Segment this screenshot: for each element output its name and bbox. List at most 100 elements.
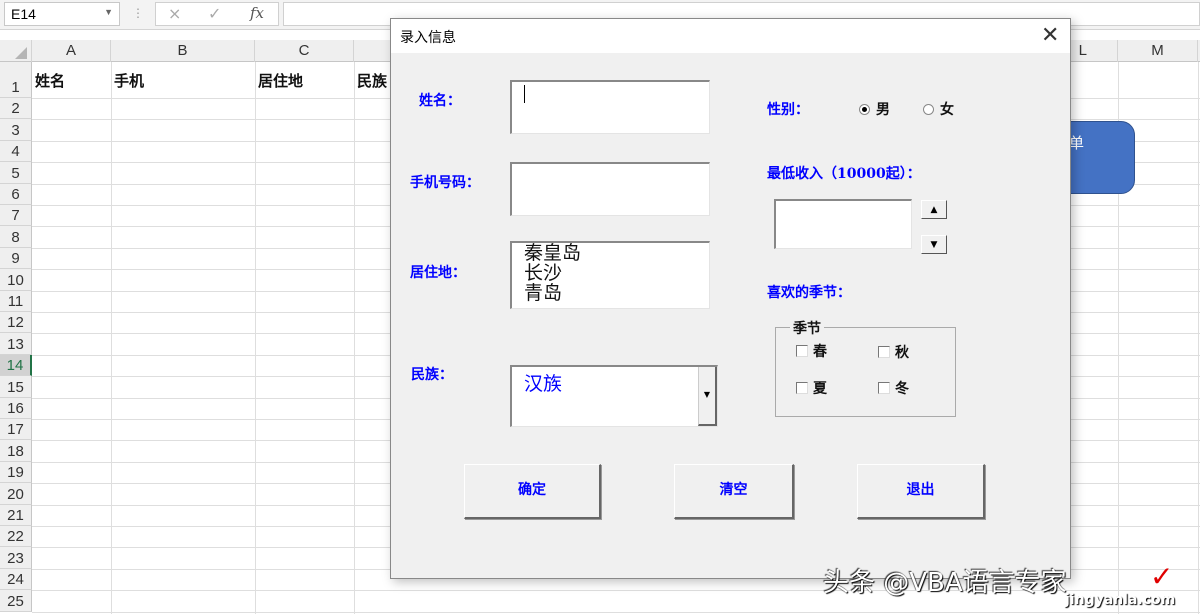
select-all-corner[interactable] <box>0 40 32 62</box>
formula-buttons: × ✓ fx <box>155 2 279 26</box>
checkbox-autumn[interactable]: 秋 <box>878 342 909 362</box>
row-number: 24 <box>7 571 24 589</box>
insert-function-icon[interactable]: fx <box>250 4 264 22</box>
row-number: 22 <box>7 528 24 546</box>
column-gridline <box>354 62 355 614</box>
ok-button[interactable]: 确定 <box>464 464 601 519</box>
chevron-down-icon[interactable]: ▼ <box>104 7 113 17</box>
clear-button[interactable]: 清空 <box>674 464 794 519</box>
ethnicity-value: 汉族 <box>524 373 563 395</box>
row-number: 11 <box>7 292 24 310</box>
cancel-icon[interactable]: × <box>168 4 181 23</box>
checkbox-spring[interactable]: 春 <box>796 341 827 361</box>
radio-selected-icon <box>859 103 870 115</box>
row-number: 9 <box>11 250 20 268</box>
row-number: 25 <box>7 592 24 610</box>
phone-input[interactable] <box>510 162 710 216</box>
row-number: 13 <box>7 335 24 353</box>
row-number: 6 <box>11 185 20 203</box>
row-header-5[interactable]: 5 <box>0 162 32 184</box>
row-gridline <box>32 611 1200 613</box>
column-gridline <box>1198 62 1199 614</box>
row-header-6[interactable]: 6 <box>0 183 32 205</box>
row-header-17[interactable]: 17 <box>0 419 32 441</box>
checkbox-label: 冬 <box>895 381 909 397</box>
row-header-22[interactable]: 22 <box>0 526 32 548</box>
season-label: 喜欢的季节： <box>767 285 851 301</box>
row-number: 10 <box>7 271 24 289</box>
row-number: 21 <box>7 506 24 524</box>
cell-b1[interactable]: 手机 <box>114 68 144 94</box>
name-box[interactable]: E14 ▼ <box>4 2 120 26</box>
row-header-15[interactable]: 15 <box>0 376 32 398</box>
row-header-7[interactable]: 7 <box>0 205 32 227</box>
column-header-b[interactable]: B <box>111 40 255 62</box>
cell-d1[interactable]: 民族 <box>357 68 387 94</box>
row-header-8[interactable]: 8 <box>0 226 32 248</box>
row-header-12[interactable]: 12 <box>0 312 32 334</box>
checkbox-icon <box>878 382 890 394</box>
residence-listbox[interactable]: 秦皇岛 长沙 青岛 <box>510 241 710 309</box>
dropdown-arrow-icon[interactable]: ▼ <box>698 367 717 426</box>
row-number: 19 <box>7 464 24 482</box>
dialog-title-bar[interactable]: 录入信息 ✕ <box>391 19 1070 53</box>
checkbox-icon <box>878 346 890 358</box>
row-header-10[interactable]: 10 <box>0 269 32 291</box>
row-header-23[interactable]: 23 <box>0 547 32 569</box>
row-header-19[interactable]: 19 <box>0 461 32 484</box>
row-header-25[interactable]: 25 <box>0 590 32 612</box>
row-header-4[interactable]: 4 <box>0 140 32 163</box>
row-number: 2 <box>11 100 20 118</box>
column-header-m[interactable]: M <box>1118 40 1198 62</box>
row-header-20[interactable]: 20 <box>0 483 32 505</box>
cell-a1[interactable]: 姓名 <box>35 68 65 94</box>
gender-radio-male[interactable]: 男 <box>859 99 890 119</box>
residence-label: 居住地： <box>410 265 466 281</box>
checkbox-label: 夏 <box>813 381 827 397</box>
drag-handle-icon[interactable]: ⋮ <box>132 6 144 20</box>
cell-c1[interactable]: 居住地 <box>258 68 303 94</box>
row-number: 18 <box>7 442 24 460</box>
income-input[interactable] <box>774 199 912 249</box>
row-header-14[interactable]: 14 <box>0 354 32 377</box>
row-number: 1 <box>11 79 20 96</box>
row-header-3[interactable]: 3 <box>0 119 32 141</box>
checkbox-summer[interactable]: 夏 <box>796 378 827 398</box>
list-item[interactable]: 青岛 <box>512 283 709 303</box>
phone-label: 手机号码： <box>410 175 480 191</box>
dialog-title: 录入信息 <box>400 30 456 46</box>
column-gridline <box>255 62 256 614</box>
list-item[interactable]: 秦皇岛 <box>512 243 709 263</box>
column-header-c[interactable]: C <box>255 40 354 62</box>
exit-button[interactable]: 退出 <box>857 464 985 519</box>
ethnicity-label: 民族： <box>411 367 453 383</box>
gender-radio-female[interactable]: 女 <box>923 99 954 119</box>
ethnicity-combobox[interactable]: 汉族 ▼ <box>510 365 718 427</box>
row-number: 15 <box>7 378 24 396</box>
row-header-13[interactable]: 13 <box>0 333 32 355</box>
row-header-24[interactable]: 24 <box>0 568 32 591</box>
list-item[interactable]: 长沙 <box>512 263 709 283</box>
row-header-18[interactable]: 18 <box>0 440 32 462</box>
checkbox-label: 秋 <box>895 345 909 361</box>
spin-up-button[interactable]: ▲ <box>921 200 947 219</box>
column-header-a[interactable]: A <box>32 40 111 62</box>
watermark: 头条 @VBA语言专家 <box>823 568 1067 598</box>
checkbox-label: 春 <box>813 344 827 360</box>
row-header-9[interactable]: 9 <box>0 247 32 270</box>
row-header-1[interactable]: 1 <box>0 62 32 98</box>
close-icon[interactable]: ✕ <box>1041 23 1059 48</box>
row-number: 14 <box>6 357 24 375</box>
spin-down-button[interactable]: ▼ <box>921 235 947 254</box>
enter-icon[interactable]: ✓ <box>208 4 221 23</box>
radio-label: 男 <box>876 102 890 118</box>
row-header-11[interactable]: 11 <box>0 290 32 312</box>
checkbox-winter[interactable]: 冬 <box>878 378 909 398</box>
row-header-21[interactable]: 21 <box>0 504 32 526</box>
name-input[interactable] <box>510 80 710 134</box>
row-header-2[interactable]: 2 <box>0 98 32 120</box>
name-label: 姓名： <box>419 93 461 109</box>
row-number: 3 <box>11 121 20 139</box>
row-number: 17 <box>7 421 24 439</box>
row-header-16[interactable]: 16 <box>0 397 32 419</box>
